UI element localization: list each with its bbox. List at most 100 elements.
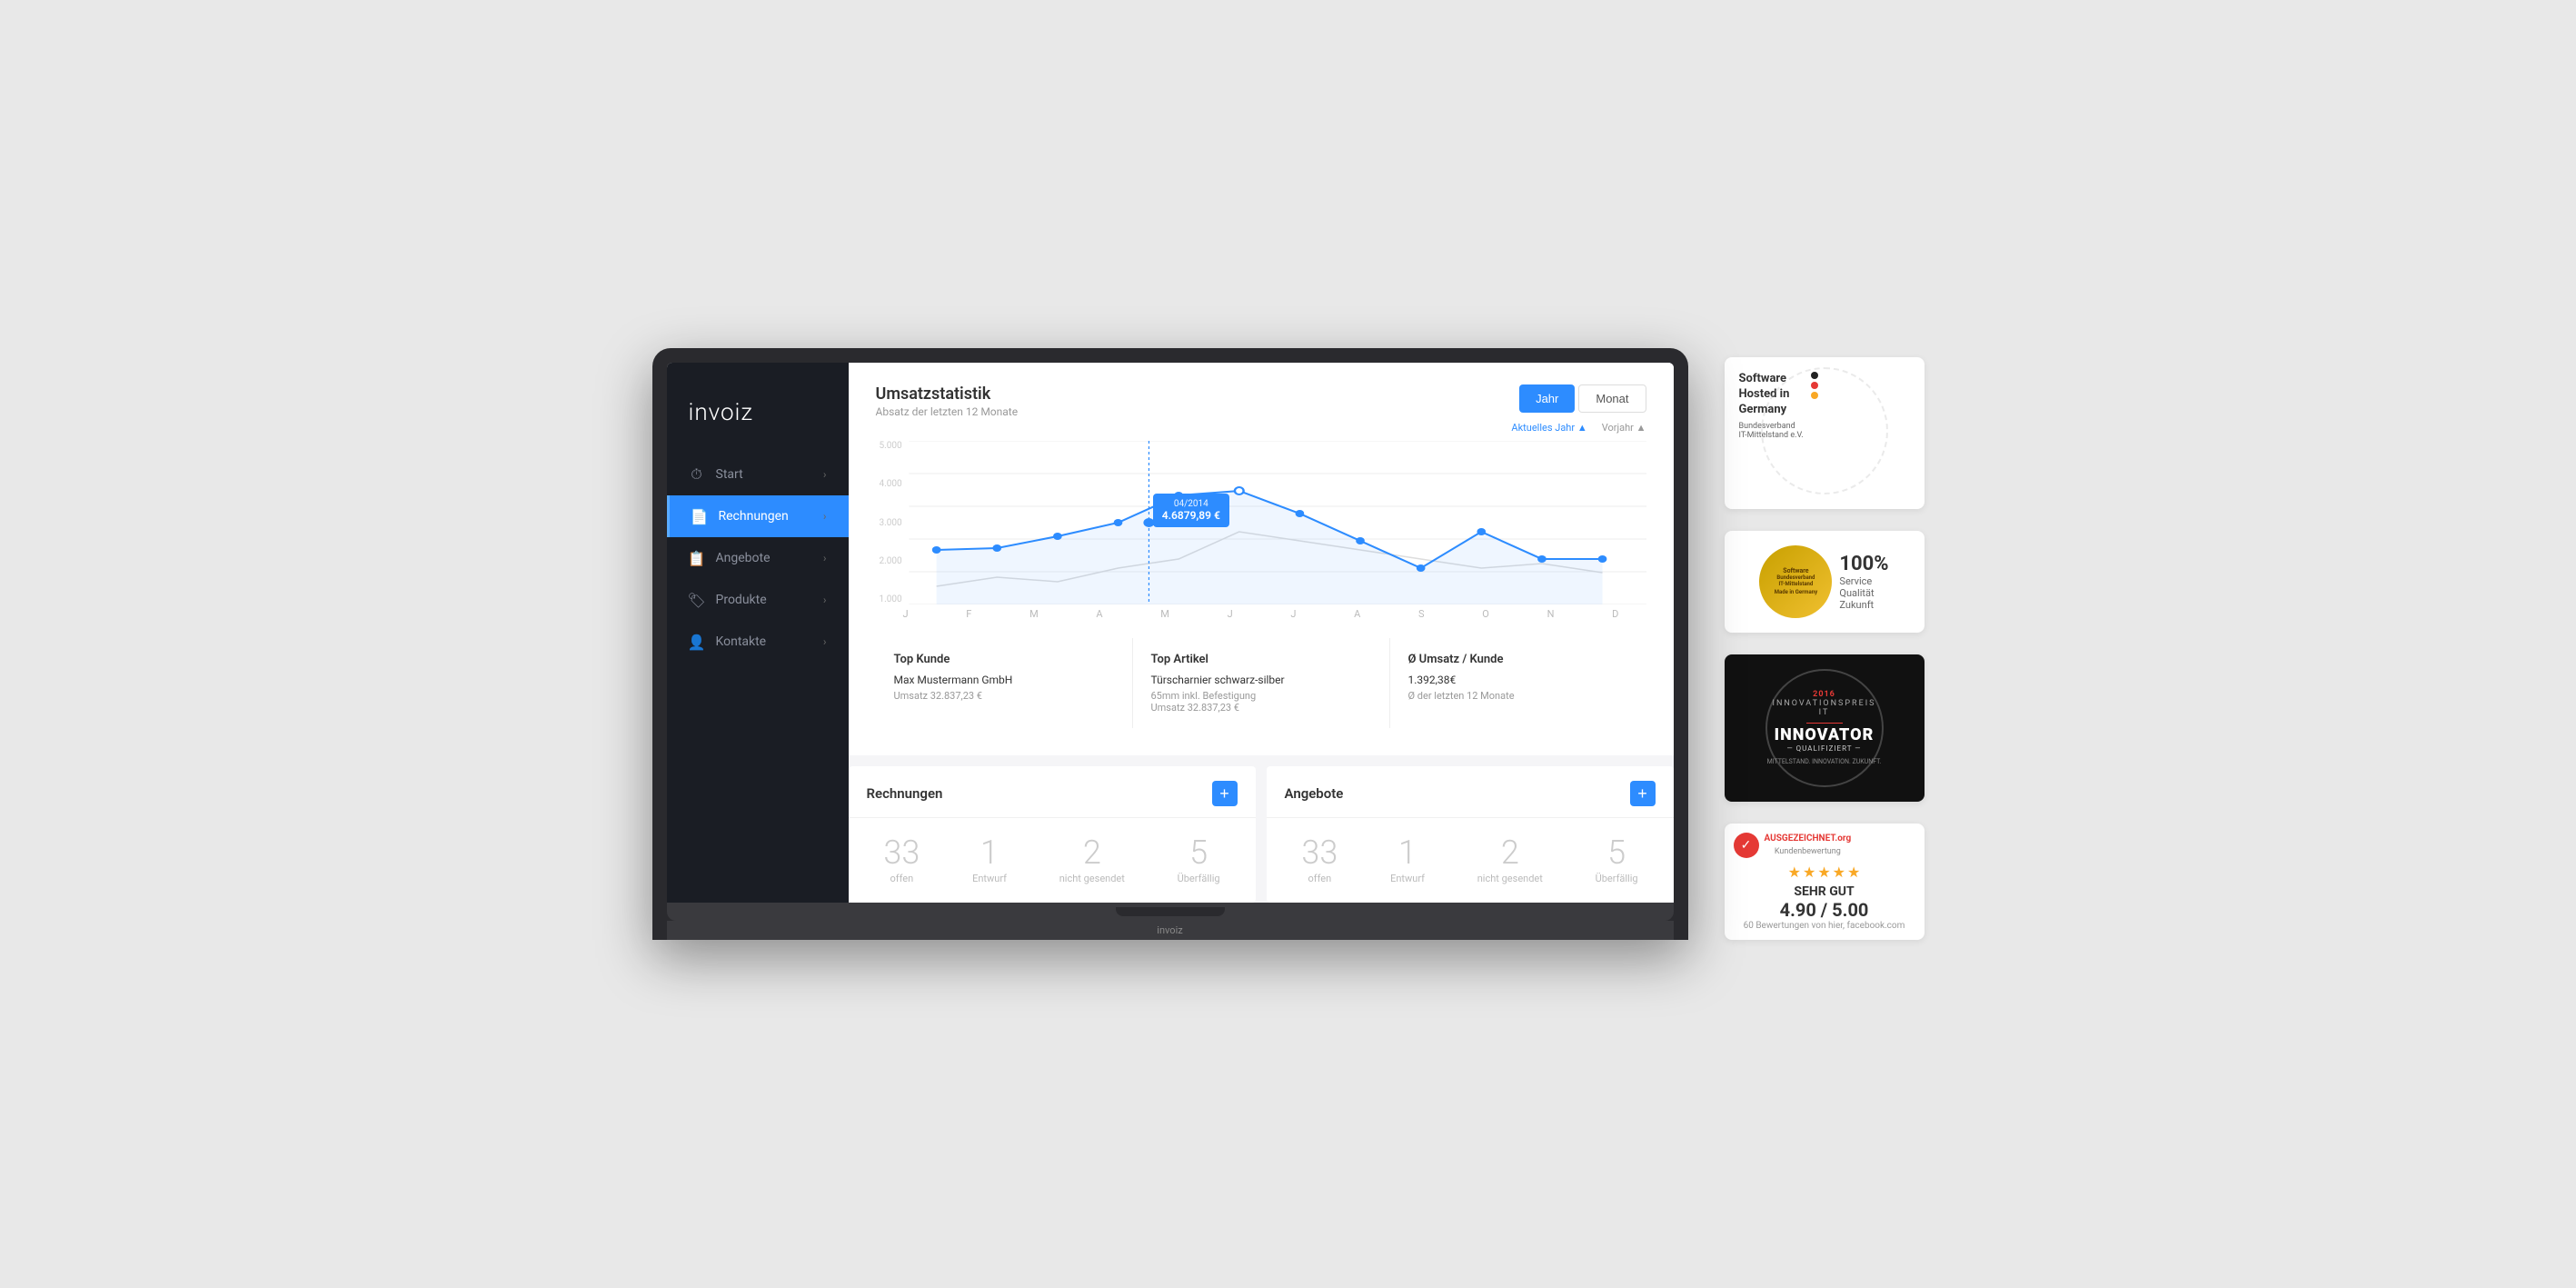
sidebar-item-kontakte[interactable]: 👤 Kontakte › (667, 621, 849, 663)
produkte-icon: 🏷 (689, 592, 705, 608)
sidebar-label-start: Start (716, 467, 743, 482)
angebote-stat-entwurf: 1 Entwurf (1390, 836, 1425, 884)
ausgezeichnet-header: ✓ AUSGEZEICHNET.org Kundenbewertung (1734, 833, 1915, 858)
top-kunde-title: Top Kunde (894, 653, 1114, 666)
top-umsatz-main: 1.392,38€ (1408, 674, 1628, 686)
chart-area: 5.000 4.000 3.000 2.000 1.000 (876, 441, 1646, 604)
rechnungen-card-title: Rechnungen (867, 785, 943, 802)
ausgezeichnet-check-circle: ✓ (1734, 833, 1759, 858)
rechnungen-header: Rechnungen + (849, 766, 1256, 818)
sidebar: invoiz ⏱ Start › 📄 Rechn (667, 363, 849, 903)
innovator-qualified: — QUALIFIZIERT — (1786, 744, 1861, 753)
top-card-artikel: Top Artikel Türscharnier schwarz-silber … (1133, 638, 1390, 728)
quality-badge-content: Software BundesverbandIT-Mittelstand Mad… (1739, 545, 1910, 618)
innovator-preis-label: INNOVATIONSPREIS IT (1767, 699, 1882, 717)
innovator-circle: 2016 INNOVATIONSPREIS IT INNOVATOR — QUA… (1765, 669, 1884, 787)
stats-title-block: Umsatzstatistik Absatz der letzten 12 Mo… (876, 384, 1019, 418)
stat-offen-number: 33 (883, 836, 920, 869)
sidebar-nav: ⏱ Start › 📄 Rechnungen › (667, 454, 849, 875)
chevron-angebote: › (823, 552, 827, 564)
sehr-gut-label: SEHR GUT (1734, 884, 1915, 899)
laptop-wrapper: invoiz ⏱ Start › 📄 Rechn (652, 348, 1688, 940)
sidebar-item-angebote[interactable]: 📋 Angebote › (667, 537, 849, 579)
quality-pct: 100% (1839, 553, 1888, 575)
angebote-ueberfaellig-number: 5 (1596, 836, 1638, 869)
kontakte-icon: 👤 (689, 634, 705, 650)
legend-current: Aktuelles Jahr ▲ (1511, 422, 1586, 434)
rechnungen-stat-offen: 33 offen (883, 836, 920, 884)
angebote-nichtgesendet-number: 2 (1477, 836, 1543, 869)
top-umsatz-title: Ø Umsatz / Kunde (1408, 653, 1628, 666)
laptop-screen: invoiz ⏱ Start › 📄 Rechn (667, 363, 1674, 903)
innovator-badge-card: 2016 INNOVATIONSPREIS IT INNOVATOR — QUA… (1725, 654, 1925, 802)
top-kunde-sub: Umsatz 32.837,23 € (894, 690, 1114, 702)
quality-service: Service (1839, 575, 1888, 587)
sidebar-item-produkte[interactable]: 🏷 Produkte › (667, 579, 849, 621)
angebote-entwurf-label: Entwurf (1390, 873, 1425, 884)
angebote-stat-offen: 33 offen (1301, 836, 1338, 884)
sidebar-label-angebote: Angebote (716, 551, 771, 565)
stat-nichtgesendet-number: 2 (1059, 836, 1125, 869)
innovator-label: INNOVATOR (1775, 725, 1875, 744)
angebote-stat-nichtgesendet: 2 nicht gesendet (1477, 836, 1543, 884)
angebote-card-header: Angebote + (1267, 766, 1674, 818)
sidebar-label-kontakte: Kontakte (716, 634, 767, 649)
kundenbewertung-label: Kundenbewertung (1765, 847, 1852, 856)
angebote-nichtgesendet-label: nicht gesendet (1477, 873, 1543, 884)
laptop-brand-label: invoiz (667, 921, 1674, 940)
angebote-card-title: Angebote (1285, 785, 1344, 802)
rechnungen-stats-row: 33 offen 1 Entwurf 2 nicht gesendet (849, 818, 1256, 903)
stat-offen-label: offen (883, 873, 920, 884)
laptop-notch (1116, 907, 1225, 916)
stats-header: Umsatzstatistik Absatz der letzten 12 Mo… (876, 384, 1646, 418)
quality-labels: 100% Service Qualität Zukunft (1839, 553, 1888, 611)
star-2: ★ (1803, 864, 1815, 881)
lower-section: Rechnungen + 33 offen 1 Entwurf (849, 766, 1674, 903)
top-artikel-main: Türscharnier schwarz-silber (1151, 674, 1371, 686)
sidebar-item-rechnungen[interactable]: 📄 Rechnungen › (667, 495, 849, 537)
angebote-offen-number: 33 (1301, 836, 1338, 869)
rechnungen-stat-ueberfaellig: 5 Überfällig (1178, 836, 1220, 884)
main-content: Umsatzstatistik Absatz der letzten 12 Mo… (849, 363, 1674, 903)
rechnungen-icon: 📄 (691, 508, 708, 524)
quality-zukunft: Zukunft (1839, 599, 1888, 611)
btn-month[interactable]: Monat (1578, 384, 1646, 413)
chart-legend: Aktuelles Jahr ▲ Vorjahr ▲ (876, 422, 1646, 434)
star-4: ★ (1833, 864, 1845, 881)
angebote-ueberfaellig-label: Überfällig (1596, 873, 1638, 884)
quality-badge: Software BundesverbandIT-Mittelstand Mad… (1725, 531, 1925, 633)
chart-y-labels: 5.000 4.000 3.000 2.000 1.000 (876, 441, 906, 604)
rechnungen-stat-nichtgesendet: 2 nicht gesendet (1059, 836, 1125, 884)
software-label: Software (1783, 567, 1808, 574)
sidebar-item-start[interactable]: ⏱ Start › (667, 454, 849, 495)
stat-entwurf-number: 1 (972, 836, 1007, 869)
chart-x-labels: J F M A M J J A S O N D (876, 604, 1646, 620)
btn-year[interactable]: Jahr (1519, 384, 1575, 413)
rechnungen-add-button[interactable]: + (1212, 781, 1238, 806)
star-1: ★ (1788, 864, 1801, 881)
badge-reviews: 60 Bewertungen von hier, facebook.com (1734, 921, 1915, 931)
ausgezeichnet-logo: AUSGEZEICHNET.org (1765, 834, 1852, 844)
top-artikel-title: Top Artikel (1151, 653, 1371, 666)
badges-column: SoftwareHosted inGermany BundesverbandIT… (1725, 348, 1925, 940)
chevron-start: › (823, 468, 827, 481)
sidebar-label-produkte: Produkte (716, 593, 767, 607)
germany-badge: SoftwareHosted inGermany BundesverbandIT… (1725, 357, 1925, 509)
stat-ueberfaellig-number: 5 (1178, 836, 1220, 869)
star-5: ★ (1847, 864, 1860, 881)
angebote-add-button[interactable]: + (1630, 781, 1656, 806)
angebote-offen-label: offen (1301, 873, 1338, 884)
check-icon: ✓ (1741, 838, 1752, 853)
laptop-base (667, 903, 1674, 921)
quality-circle: Software BundesverbandIT-Mittelstand Mad… (1759, 545, 1832, 618)
legend-prev: Vorjahr ▲ (1602, 422, 1646, 434)
rechnungen-stat-entwurf: 1 Entwurf (972, 836, 1007, 884)
star-3: ★ (1817, 864, 1830, 881)
sidebar-label-rechnungen: Rechnungen (719, 509, 789, 524)
stats-card: Umsatzstatistik Absatz der letzten 12 Mo… (849, 363, 1674, 755)
ausgezeichnet-badge: ✓ AUSGEZEICHNET.org Kundenbewertung ★ ★ … (1725, 824, 1925, 940)
start-icon: ⏱ (689, 466, 705, 483)
laptop: invoiz ⏱ Start › 📄 Rechn (652, 348, 1688, 940)
angebote-stats-row: 33 offen 1 Entwurf 2 nicht gesendet (1267, 818, 1674, 903)
lower-card-angebote: Angebote + 33 offen 1 Entwurf (1267, 766, 1674, 903)
